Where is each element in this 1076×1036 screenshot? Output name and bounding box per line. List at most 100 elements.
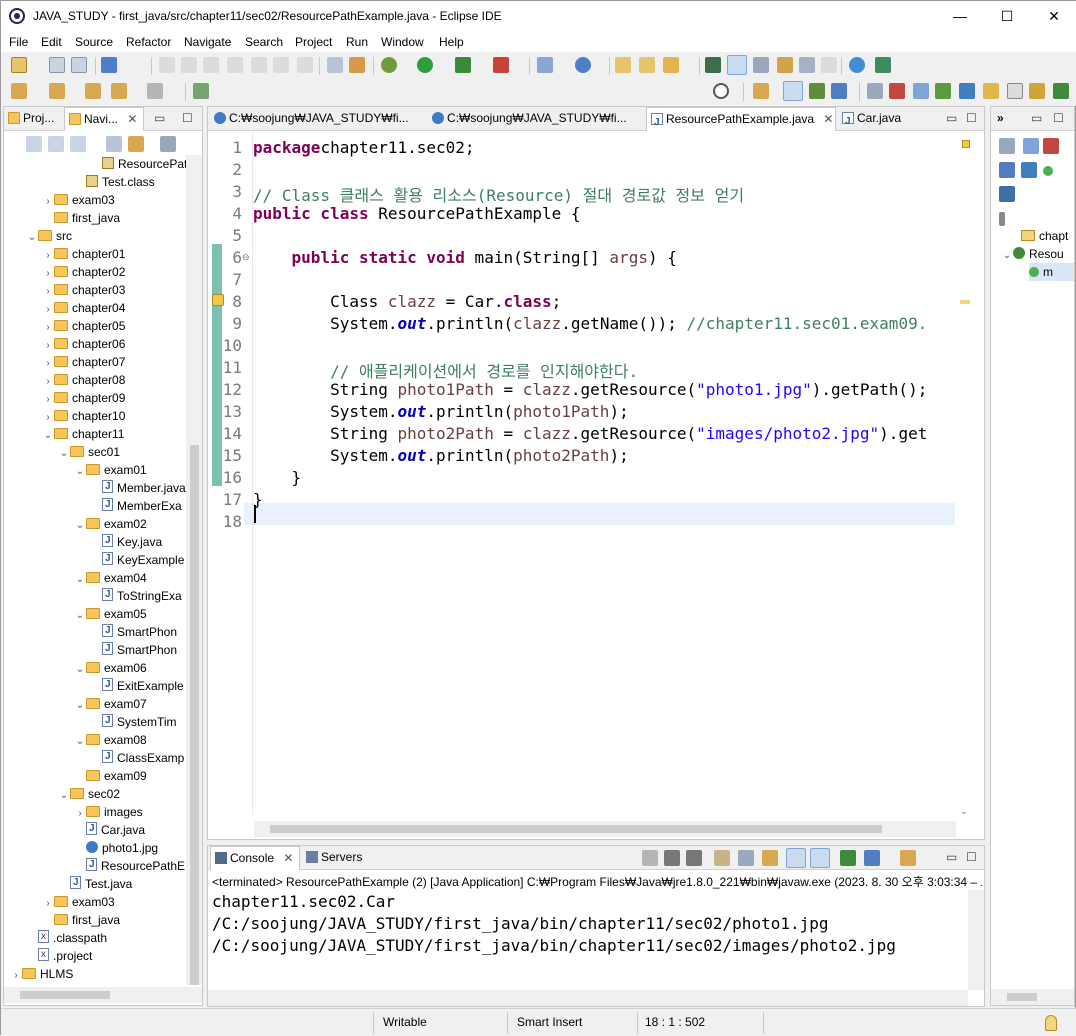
sort-alpha-icon[interactable] — [1043, 138, 1059, 154]
toggle-mark-occurrences-icon[interactable] — [705, 57, 721, 73]
tree-item[interactable]: ⌄ chapter11 — [42, 425, 125, 445]
tree-item[interactable]: ⌄ sec01 — [58, 443, 120, 461]
show-on-stderr-icon[interactable] — [810, 848, 830, 868]
maximize-panel-icon[interactable]: ☐ — [966, 111, 977, 125]
forward-icon[interactable] — [48, 136, 64, 152]
menu-help[interactable]: Help — [439, 35, 464, 49]
scrollbar-thumb[interactable] — [270, 825, 882, 833]
menu-run[interactable]: Run — [346, 35, 368, 49]
tree-item[interactable]: SystemTim — [90, 712, 177, 731]
status-cursor-position[interactable]: 18 : 1 : 502 — [645, 1015, 705, 1029]
team-sync-icon[interactable] — [875, 57, 891, 73]
tree-item[interactable]: › chapter04 — [42, 299, 125, 317]
scrollbar-thumb[interactable] — [20, 991, 110, 999]
tree-item[interactable]: ⌄ exam01 — [74, 461, 147, 479]
tree-item[interactable]: › chapter03 — [42, 281, 125, 299]
tree-item[interactable]: first_java — [42, 911, 120, 929]
link-with-editor-icon[interactable] — [128, 136, 144, 152]
tree-item[interactable]: SmartPhon — [90, 622, 177, 641]
expand-toggle-icon[interactable]: ⌄ — [74, 661, 86, 679]
tree-item[interactable]: ⌄ exam04 — [74, 569, 147, 587]
display-selected-console-icon[interactable] — [864, 850, 880, 866]
tree-item[interactable]: › chapter01 — [42, 245, 125, 263]
close-tab-icon[interactable]: ✕ — [127, 112, 137, 126]
remove-launch-icon[interactable] — [664, 850, 680, 866]
expand-toggle-icon[interactable]: ⌄ — [26, 229, 38, 247]
search-icon[interactable] — [713, 83, 729, 99]
tree-item[interactable]: › chapter10 — [42, 407, 125, 425]
editor-tab-browser-1[interactable]: C:₩soojung₩JAVA_STUDY₩fi... — [210, 107, 425, 131]
menu-edit[interactable]: Edit — [41, 35, 62, 49]
pilcrow-icon[interactable] — [821, 57, 837, 73]
editor-tab-car[interactable]: Car.java — [838, 107, 938, 131]
more-views-icon[interactable]: » — [997, 111, 1004, 125]
outline-method[interactable]: m — [1029, 263, 1074, 281]
tree-item[interactable]: › chapter08 — [42, 371, 125, 389]
open-type-icon[interactable] — [615, 57, 631, 73]
external-tools-icon[interactable] — [493, 57, 509, 73]
menu-project[interactable]: Project — [295, 35, 332, 49]
tree-item[interactable]: exam09 — [74, 767, 147, 785]
tree-item[interactable]: ⌄ exam05 — [74, 605, 147, 623]
disconnect-icon[interactable] — [227, 57, 243, 73]
tab-navigator[interactable]: Navi... ✕ — [64, 107, 144, 131]
expand-toggle-icon[interactable]: ⌄ — [42, 427, 54, 445]
tree-item[interactable]: first_java — [42, 209, 120, 227]
expand-toggle-icon[interactable]: ⌄ — [74, 463, 86, 481]
hide-fields-icon[interactable] — [999, 162, 1015, 178]
tree-item[interactable]: › images — [74, 803, 142, 821]
tree-item[interactable]: Car.java — [74, 820, 145, 839]
view-menu-icon[interactable] — [999, 212, 1005, 226]
warning-overview-mark[interactable] — [960, 300, 970, 304]
collapse-all-icon[interactable] — [999, 138, 1015, 154]
word-wrap-icon[interactable] — [762, 850, 778, 866]
tree-item[interactable]: › chapter05 — [42, 317, 125, 335]
maximize-panel-icon[interactable]: ☐ — [966, 850, 977, 864]
menu-refactor[interactable]: Refactor — [126, 35, 171, 49]
step-return-icon[interactable] — [297, 57, 313, 73]
view-menu-icon[interactable] — [160, 136, 176, 152]
expand-toggle-icon[interactable]: › — [10, 967, 22, 985]
scroll-down-arrow-icon[interactable]: ⌄ — [960, 807, 972, 816]
show-on-stdout-icon[interactable] — [786, 848, 806, 868]
save-icon[interactable] — [49, 57, 65, 73]
editor-tab-browser-2[interactable]: C:₩soojung₩JAVA_STUDY₩fi... — [428, 107, 643, 131]
close-tab-icon[interactable]: ✕ — [823, 112, 833, 126]
minimize-panel-icon[interactable]: ▭ — [946, 111, 957, 125]
plugin-icon[interactable] — [983, 83, 999, 99]
expand-toggle-icon[interactable]: ⌄ — [74, 571, 86, 589]
expand-toggle-icon[interactable]: ⌄ — [58, 787, 70, 805]
terminate-icon[interactable] — [642, 850, 658, 866]
skip-breakpoints-icon[interactable] — [349, 57, 365, 73]
tree-item[interactable]: ⌄ src — [26, 227, 72, 245]
expand-toggle-icon[interactable]: ⌄ — [74, 517, 86, 535]
tree-item[interactable]: .project — [26, 946, 92, 965]
hide-local-types-icon[interactable] — [999, 186, 1015, 202]
next-edit-location-icon[interactable] — [11, 83, 27, 99]
debug-icon[interactable] — [381, 57, 397, 73]
tree-item[interactable]: ⌄ exam06 — [74, 659, 147, 677]
sort-icon[interactable] — [1023, 138, 1039, 154]
tree-item[interactable]: ⌄ exam02 — [74, 515, 147, 533]
previous-edit-location-icon[interactable] — [49, 83, 65, 99]
expand-toggle-icon[interactable]: ⌄ — [58, 445, 70, 463]
tree-item[interactable]: › exam03 — [42, 191, 114, 209]
new-icon[interactable] — [11, 57, 27, 73]
planning-icon[interactable] — [959, 83, 975, 99]
resource-icon[interactable] — [935, 83, 951, 99]
expand-toggle-icon[interactable]: ⌄ — [74, 697, 86, 715]
warnings-summary-icon[interactable] — [962, 140, 970, 148]
new-java-class-icon[interactable] — [575, 57, 591, 73]
tree-vertical-scrollbar[interactable] — [186, 155, 202, 985]
tree-item[interactable]: .classpath — [26, 928, 107, 947]
tree-item[interactable]: › chapter07 — [42, 353, 125, 371]
forward-icon[interactable] — [147, 83, 163, 99]
open-console-icon[interactable] — [900, 850, 916, 866]
tree-item[interactable]: ToStringExa — [90, 586, 182, 605]
tree-horizontal-scrollbar[interactable] — [4, 987, 202, 1003]
outline-horizontal-scrollbar[interactable] — [991, 989, 1074, 1005]
close-window-button[interactable]: ✕ — [1031, 1, 1076, 32]
step-over-icon[interactable] — [273, 57, 289, 73]
run-icon[interactable] — [417, 57, 433, 73]
suspend-icon[interactable] — [181, 57, 197, 73]
